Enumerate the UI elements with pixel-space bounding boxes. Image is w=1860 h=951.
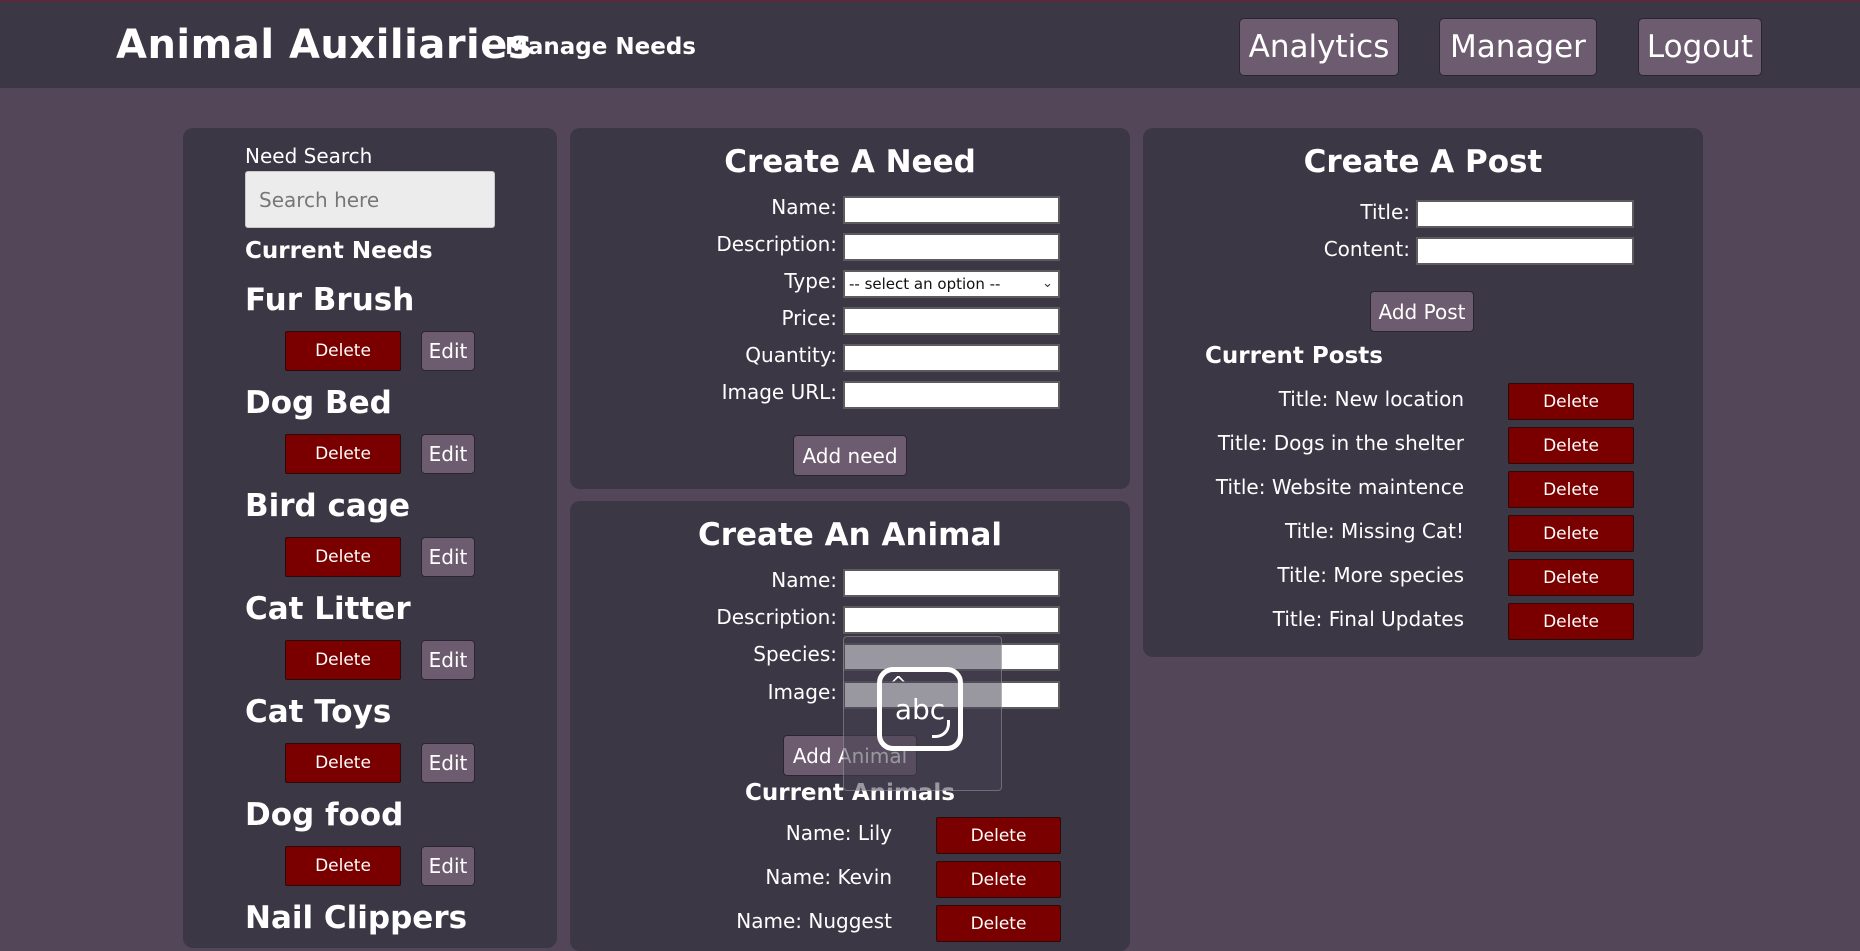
chevron-down-icon: ⌄ — [1042, 276, 1053, 291]
animal-species-label: Species: — [753, 642, 837, 666]
edit-need-button[interactable]: Edit — [421, 434, 475, 474]
post-item-title: Title: More species — [1277, 563, 1464, 587]
post-content-field[interactable] — [1416, 237, 1634, 265]
need-image-url-field[interactable] — [843, 381, 1060, 409]
delete-need-button[interactable]: Delete — [285, 434, 401, 474]
animal-description-field[interactable] — [843, 606, 1060, 634]
delete-need-button[interactable]: Delete — [285, 331, 401, 371]
need-price-field[interactable] — [843, 307, 1060, 335]
current-needs-heading: Current Needs — [245, 238, 433, 264]
ime-popup: ^ abc — [843, 636, 1002, 791]
need-description-field[interactable] — [843, 233, 1060, 261]
post-item-title: Title: Website maintence — [1215, 475, 1464, 499]
page-subtitle: Manage Needs — [505, 34, 696, 60]
animal-item-name: Name: Lily — [785, 821, 892, 845]
need-item-name: Cat Litter — [245, 591, 411, 627]
delete-post-button[interactable]: Delete — [1508, 427, 1634, 464]
need-item-name: Cat Toys — [245, 694, 392, 730]
delete-post-button[interactable]: Delete — [1508, 603, 1634, 640]
animal-image-label: Image: — [767, 680, 837, 704]
curve-icon — [932, 720, 950, 738]
need-type-selected: -- select an option -- — [849, 275, 1001, 293]
post-item-title: Title: New location — [1278, 387, 1464, 411]
need-item-name: Dog Bed — [245, 385, 392, 421]
keyboard-input-icon: ^ abc — [877, 667, 963, 751]
delete-animal-button[interactable]: Delete — [936, 861, 1061, 898]
post-item-title: Title: Missing Cat! — [1285, 519, 1464, 543]
current-posts-heading: Current Posts — [1205, 343, 1383, 369]
delete-post-button[interactable]: Delete — [1508, 559, 1634, 596]
need-name-label: Name: — [771, 195, 837, 219]
create-need-title: Create A Need — [724, 144, 976, 180]
need-search-input[interactable] — [245, 171, 495, 228]
need-type-select[interactable]: -- select an option -- ⌄ — [843, 270, 1060, 298]
need-search-label: Need Search — [245, 144, 373, 168]
need-item-name: Nail Clippers — [245, 900, 468, 936]
animal-item-name: Name: Kevin — [765, 865, 892, 889]
need-quantity-label: Quantity: — [745, 343, 837, 367]
app-title: Animal Auxiliaries — [116, 22, 533, 68]
add-post-button[interactable]: Add Post — [1370, 291, 1474, 332]
need-item-name: Dog food — [245, 797, 404, 833]
post-item-title: Title: Dogs in the shelter — [1217, 431, 1464, 455]
edit-need-button[interactable]: Edit — [421, 640, 475, 680]
need-type-label: Type: — [784, 269, 837, 293]
edit-need-button[interactable]: Edit — [421, 743, 475, 783]
edit-need-button[interactable]: Edit — [421, 537, 475, 577]
need-image-url-label: Image URL: — [721, 380, 837, 404]
edit-need-button[interactable]: Edit — [421, 331, 475, 371]
need-name-field[interactable] — [843, 196, 1060, 224]
post-title-field[interactable] — [1416, 200, 1634, 228]
create-animal-title: Create An Animal — [697, 517, 1002, 553]
delete-need-button[interactable]: Delete — [285, 537, 401, 577]
need-item-name: Bird cage — [245, 488, 411, 524]
create-post-title: Create A Post — [1303, 144, 1543, 180]
animal-name-label: Name: — [771, 568, 837, 592]
need-quantity-field[interactable] — [843, 344, 1060, 372]
delete-animal-button[interactable]: Delete — [936, 817, 1061, 854]
delete-post-button[interactable]: Delete — [1508, 471, 1634, 508]
analytics-button[interactable]: Analytics — [1239, 18, 1399, 76]
delete-need-button[interactable]: Delete — [285, 743, 401, 783]
post-title-label: Title: — [1360, 200, 1410, 224]
delete-animal-button[interactable]: Delete — [936, 905, 1061, 942]
add-need-button[interactable]: Add need — [793, 435, 907, 476]
post-item-title: Title: Final Updates — [1272, 607, 1464, 631]
delete-need-button[interactable]: Delete — [285, 846, 401, 886]
delete-post-button[interactable]: Delete — [1508, 383, 1634, 420]
manager-button[interactable]: Manager — [1439, 18, 1597, 76]
animal-item-name: Name: Nuggest — [736, 909, 892, 933]
animal-name-field[interactable] — [843, 569, 1060, 597]
need-item-name: Fur Brush — [245, 282, 415, 318]
delete-post-button[interactable]: Delete — [1508, 515, 1634, 552]
need-price-label: Price: — [781, 306, 837, 330]
animal-description-label: Description: — [716, 605, 837, 629]
need-description-label: Description: — [716, 232, 837, 256]
post-content-label: Content: — [1323, 237, 1410, 261]
top-navbar: Animal Auxiliaries Manage Needs Analytic… — [0, 0, 1860, 88]
logout-button[interactable]: Logout — [1638, 18, 1762, 76]
edit-need-button[interactable]: Edit — [421, 846, 475, 886]
caret-up-icon: ^ — [890, 672, 907, 696]
delete-need-button[interactable]: Delete — [285, 640, 401, 680]
